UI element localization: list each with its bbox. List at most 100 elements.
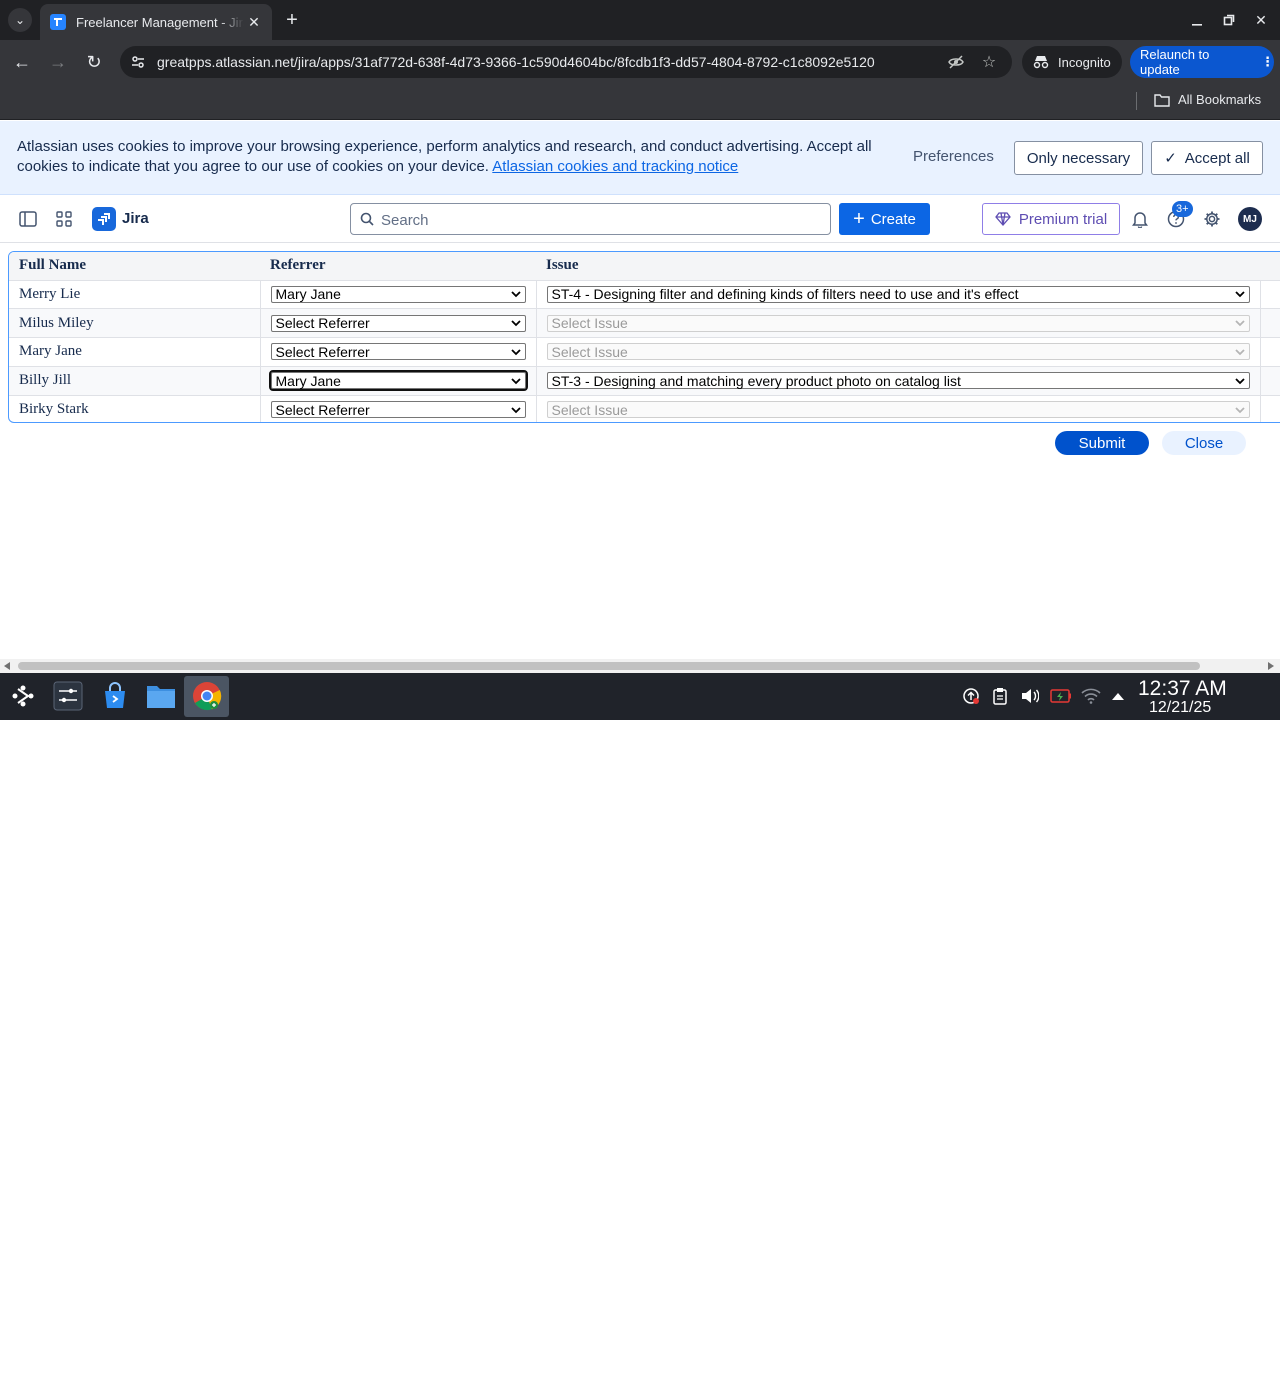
table-row: Mary Jane Select Referrer Select Issue (9, 337, 1280, 367)
wifi-icon[interactable] (1081, 687, 1101, 705)
submit-button[interactable]: Submit (1055, 431, 1149, 455)
search-icon (360, 212, 374, 226)
site-info-icon[interactable] (130, 54, 146, 70)
chevron-down-icon (510, 320, 521, 327)
full-name-cell: Birky Stark (19, 401, 89, 418)
cookie-preferences-link[interactable]: Preferences (913, 148, 994, 165)
relaunch-button[interactable]: Relaunch to update ⋮ (1130, 46, 1274, 78)
header-full-name: Full Name (9, 252, 260, 281)
scroll-left-arrow-icon[interactable] (4, 662, 10, 670)
cookie-message: Atlassian uses cookies to improve your b… (17, 138, 872, 175)
referrer-select[interactable]: Mary Jane (270, 285, 526, 303)
clock-date[interactable]: 12/21/25 (1149, 699, 1211, 717)
referrer-select[interactable]: Mary Jane (268, 370, 528, 392)
notifications-bell-icon[interactable] (1129, 208, 1151, 230)
eye-off-icon[interactable] (947, 53, 965, 71)
close-button[interactable]: Close (1162, 431, 1246, 455)
plus-icon: + (853, 208, 865, 230)
jira-top-nav: Jira + Create Premium trial MJ (0, 195, 1280, 243)
horizontal-scrollbar[interactable] (0, 659, 1280, 673)
browser-tab-active[interactable]: Freelancer Management - Jira ✕ (40, 4, 272, 40)
tab-close-icon[interactable]: ✕ (244, 12, 264, 32)
chrome-icon[interactable] (192, 681, 222, 711)
referrer-select[interactable]: Select Referrer (270, 314, 526, 332)
header-issue: Issue (536, 252, 1260, 281)
issue-cell: Select Issue (535, 308, 1260, 339)
issue-select[interactable]: ST-4 - Designing filter and defining kin… (546, 285, 1250, 303)
system-settings-icon[interactable] (53, 681, 83, 711)
tray-expand-arrow-icon[interactable] (1109, 687, 1127, 705)
forward-arrow-icon[interactable]: → (46, 50, 70, 74)
bookmark-star-icon[interactable]: ☆ (980, 53, 998, 71)
table-row: Birky Stark Select Referrer Select Issue (9, 395, 1280, 422)
jira-logo-icon[interactable] (92, 207, 116, 231)
browser-toolbar: ← → ↻ greatpps.atlassian.net/jira/apps/3… (0, 40, 1280, 84)
chevron-down-icon (1234, 320, 1245, 327)
accept-all-label: Accept all (1184, 149, 1250, 167)
table-row: Billy Jill Mary Jane ST-3 - Designing an… (9, 366, 1280, 396)
address-bar[interactable]: greatpps.atlassian.net/jira/apps/31af772… (120, 46, 1012, 78)
freelancer-table: Full Name Referrer Issue Merry Lie Mary … (8, 251, 1280, 423)
issue-select: Select Issue (546, 314, 1250, 332)
scroll-right-arrow-icon[interactable] (1268, 662, 1274, 670)
chevron-down-icon (1234, 378, 1245, 385)
only-necessary-button[interactable]: Only necessary (1014, 141, 1143, 175)
more-vert-icon[interactable]: ⋮ (1261, 54, 1274, 70)
scrollbar-thumb[interactable] (18, 662, 1200, 670)
referrer-select[interactable]: Select Referrer (270, 343, 526, 361)
maximize-icon[interactable] (1217, 8, 1241, 32)
store-bag-icon[interactable] (100, 681, 130, 711)
tab-list-chevron-icon[interactable]: ⌄ (8, 8, 32, 32)
header-extra (1260, 252, 1280, 281)
bookmarks-bar: All Bookmarks (0, 84, 1280, 120)
chevron-down-icon (1234, 291, 1245, 298)
all-bookmarks-button[interactable]: All Bookmarks (1154, 92, 1261, 107)
minimize-icon[interactable] (1185, 8, 1209, 32)
app-switcher-icon[interactable] (54, 209, 74, 229)
new-tab-plus-icon[interactable]: + (280, 8, 304, 32)
battery-icon[interactable] (1050, 687, 1072, 705)
issue-select[interactable]: ST-3 - Designing and matching every prod… (546, 372, 1250, 390)
header-referrer: Referrer (260, 252, 536, 281)
diamond-icon (994, 212, 1011, 226)
accept-all-button[interactable]: ✓ Accept all (1151, 141, 1263, 175)
user-avatar[interactable]: MJ (1238, 207, 1262, 231)
referrer-select-value: Mary Jane (275, 286, 341, 303)
extra-cell (1259, 395, 1280, 422)
clock-time[interactable]: 12:37 AM (1138, 677, 1227, 701)
clipboard-icon[interactable] (991, 687, 1009, 705)
referrer-select-value: Select Referrer (275, 401, 370, 418)
referrer-select[interactable]: Select Referrer (270, 401, 526, 419)
search-box[interactable] (350, 203, 831, 235)
update-notifier-icon[interactable] (962, 687, 980, 705)
cookie-notice-link[interactable]: Atlassian cookies and tracking notice (492, 158, 738, 175)
referrer-cell: Select Referrer (259, 308, 536, 339)
chevron-down-icon (510, 378, 521, 385)
file-manager-icon[interactable] (146, 681, 176, 711)
reload-icon[interactable]: ↻ (82, 50, 106, 74)
issue-cell: Select Issue (535, 395, 1260, 422)
launcher-icon[interactable] (8, 681, 38, 711)
chevron-down-icon (510, 349, 521, 356)
back-arrow-icon[interactable]: ← (10, 50, 34, 74)
check-icon: ✓ (1164, 150, 1177, 167)
issue-select-value: Select Issue (551, 315, 628, 332)
volume-icon[interactable] (1021, 687, 1039, 705)
search-input[interactable] (381, 210, 821, 230)
full-name-cell: Mary Jane (9, 337, 260, 367)
jira-app-name[interactable]: Jira (122, 210, 149, 227)
premium-trial-button[interactable]: Premium trial (982, 203, 1120, 235)
create-button[interactable]: + Create (839, 203, 930, 235)
cookie-text-block: Atlassian uses cookies to improve your b… (17, 137, 897, 177)
premium-trial-label: Premium trial (1018, 210, 1108, 228)
submit-label: Submit (1078, 434, 1126, 452)
incognito-indicator[interactable]: Incognito (1022, 46, 1122, 78)
show-desktop-button[interactable] (1244, 1359, 1269, 1380)
issue-select: Select Issue (546, 343, 1250, 361)
referrer-select-value: Mary Jane (275, 372, 341, 389)
full-name-cell: Billy Jill (9, 366, 260, 396)
settings-gear-icon[interactable] (1201, 208, 1223, 230)
url-text: greatpps.atlassian.net/jira/apps/31af772… (157, 54, 875, 70)
sidebar-toggle-icon[interactable] (18, 209, 38, 229)
close-window-icon[interactable]: ✕ (1249, 8, 1273, 32)
